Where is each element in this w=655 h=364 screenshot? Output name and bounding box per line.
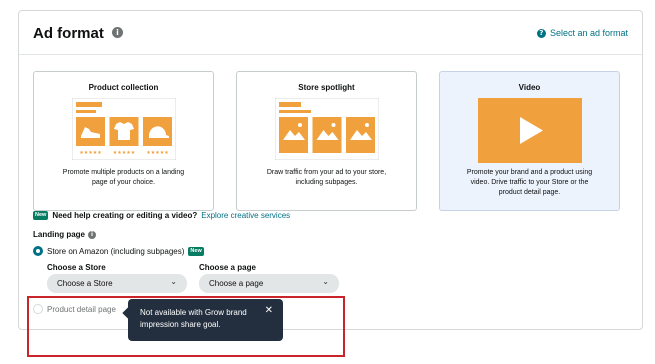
star-icon: ★★★★★ [79,150,102,156]
info-icon[interactable]: i [112,26,124,38]
radio-button-checked[interactable] [33,246,43,256]
new-badge: New [188,246,204,256]
star-icon: ★★★★★ [146,150,169,156]
card-desc-line: product detail page. [498,189,561,196]
explore-creative-services-link[interactable]: Explore creative services [201,211,290,220]
star-icon: ★★★★★ [113,150,136,156]
cap-icon [143,117,172,146]
store-spotlight-illustration [275,98,379,160]
card-video[interactable]: Video Promote your brand and a product u… [439,71,620,211]
dropdown-value: Choose a page [209,279,264,288]
help-link-label: Select an ad format [549,28,628,38]
shirt-icon [109,117,139,146]
card-desc-line: Promote your brand and a product using [466,169,593,176]
video-help-question: Need help creating or editing a video? [52,211,198,220]
chevron-down-icon: ⌄ [170,277,177,286]
card-title: Product collection [88,83,159,92]
card-desc-line: page of your choice. [91,179,156,186]
choose-page-dropdown[interactable]: Choose a page ⌄ [199,274,339,293]
video-help-row: New Need help creating or editing a vide… [33,211,290,220]
highlight-box [27,296,345,357]
info-icon[interactable]: i [88,230,96,239]
card-description: Promote your brand and a product using v… [450,168,609,198]
new-badge: New [33,211,49,220]
shoe-icon [76,117,105,146]
card-store-spotlight[interactable]: Store spotlight Draw traffic from your a… [236,71,417,211]
card-title: Video [518,83,541,92]
card-desc-line: video. Drive traffic to your Store or th… [470,179,589,186]
mountain-image-icon [312,117,342,153]
card-description: Draw traffic from your ad to your store,… [247,168,406,188]
panel-title-text: Ad format [33,25,104,42]
card-product-collection[interactable]: Product collection ★★★★★ ★★★★★ ★★★★★ Pro… [33,71,214,211]
radio-store-on-amazon[interactable]: Store on Amazon (including subpages) New [33,246,204,256]
page-title: Ad format i [33,25,124,42]
dropdown-value: Choose a Store [57,279,113,288]
chevron-down-icon: ⌄ [322,277,329,286]
mountain-image-icon [279,117,308,153]
choose-store-dropdown[interactable]: Choose a Store ⌄ [47,274,187,293]
ad-format-panel: Ad format i ? Select an ad format Produc… [18,10,643,330]
landing-page-label-text: Landing page [33,230,85,239]
card-desc-line: Draw traffic from your ad to your store, [266,169,387,176]
card-desc-line: Promote multiple products on a landing [62,169,185,176]
product-collection-illustration: ★★★★★ ★★★★★ ★★★★★ [72,98,176,160]
landing-page-label: Landing page i [33,230,96,239]
choose-page-label: Choose a page [199,263,256,272]
radio-label: Store on Amazon (including subpages) [47,246,185,256]
help-icon: ? [536,28,546,38]
choose-store-label: Choose a Store [47,263,106,272]
card-description: Promote multiple products on a landing p… [44,168,203,188]
mountain-image-icon [346,117,375,153]
select-ad-format-link[interactable]: ? Select an ad format [536,28,628,38]
panel-header: Ad format i ? Select an ad format [19,11,642,55]
card-desc-line: including subpages. [295,179,358,186]
video-illustration [478,98,582,163]
card-title: Store spotlight [298,83,355,92]
